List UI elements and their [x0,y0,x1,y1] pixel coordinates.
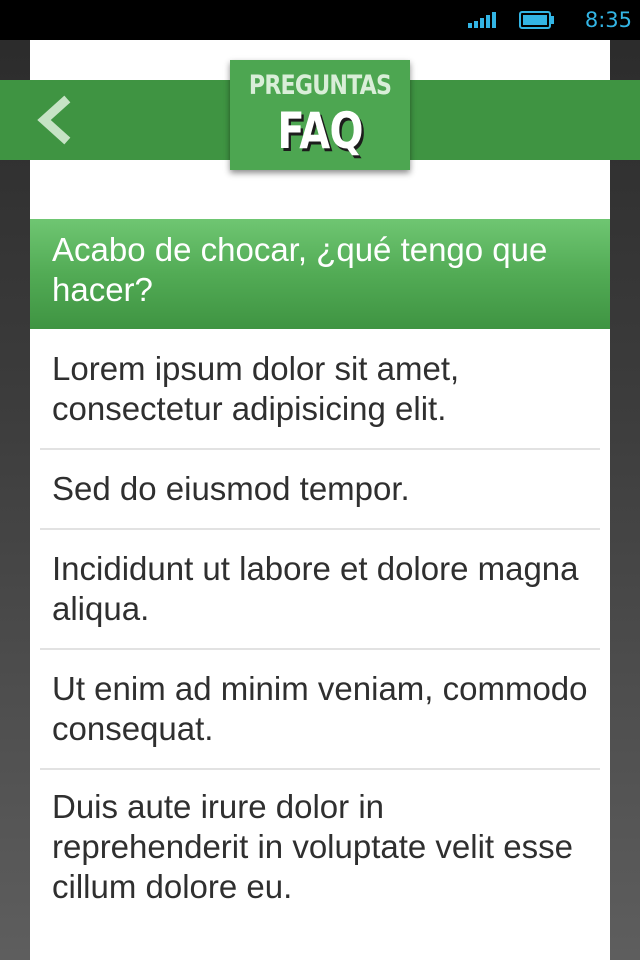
faq-item[interactable]: Sed do eiusmod tempor. [40,450,600,530]
faq-item-selected[interactable]: Acabo de chocar, ¿qué tengo que hacer? [30,219,610,329]
page-title-text: FAQ [277,102,363,160]
faq-item[interactable]: Duis aute irure dolor in reprehenderit i… [40,770,600,930]
faq-list: Lorem ipsum dolor sit amet, consectetur … [40,330,600,930]
faq-item[interactable]: Lorem ipsum dolor sit amet, consectetur … [40,330,600,450]
signal-strength-icon [468,12,496,28]
status-bar: 8:35 [0,0,640,40]
faq-item-label: Acabo de chocar, ¿qué tengo que hacer? [52,231,548,308]
faq-item-label: Sed do eiusmod tempor. [52,470,410,507]
faq-item-label: Duis aute irure dolor in reprehenderit i… [52,788,573,905]
faq-item-label: Incididunt ut labore et dolore magna ali… [52,550,579,627]
faq-item-label: Ut enim ad minim veniam, commodo consequ… [52,670,588,747]
status-time: 8:35 [584,8,632,32]
back-button[interactable] [28,90,84,150]
faq-item[interactable]: Ut enim ad minim veniam, commodo consequ… [40,650,600,770]
chevron-left-icon [37,95,71,145]
page-title: PREGUNTAS FAQ [230,60,410,170]
battery-icon [519,11,554,29]
faq-item[interactable]: Incididunt ut labore et dolore magna ali… [40,530,600,650]
faq-item-label: Lorem ipsum dolor sit amet, consectetur … [52,350,460,427]
page-subtitle: PREGUNTAS [248,70,392,101]
